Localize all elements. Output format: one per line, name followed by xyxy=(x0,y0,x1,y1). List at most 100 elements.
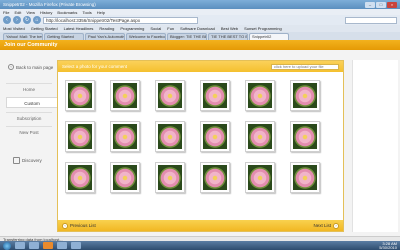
address-bar[interactable]: http://localhost:3356/Snippetr02/TestPag… xyxy=(43,16,198,24)
photo-thumbnail[interactable] xyxy=(290,121,320,152)
discovery-icon xyxy=(13,157,20,164)
photo-thumbnail[interactable] xyxy=(110,162,140,193)
photo-thumbnail[interactable] xyxy=(200,121,230,152)
photo-thumbnail[interactable] xyxy=(245,80,275,111)
panel-heading: Select a photo for your comment xyxy=(62,64,128,69)
browser-tab[interactable]: TIE THE BEST TO BEAT TH... xyxy=(208,33,248,40)
flower-photo xyxy=(248,165,272,190)
bookmark-item[interactable]: Software Download xyxy=(180,26,215,31)
browser-tab[interactable]: Paul Yan's Automotive Mu... xyxy=(85,33,125,40)
upload-file-field[interactable]: click here to upload your file xyxy=(271,63,339,70)
tray-date: 5/30/2010 xyxy=(379,244,397,250)
photo-thumbnail[interactable] xyxy=(65,121,95,152)
flower-photo xyxy=(113,124,137,149)
back-to-main-link[interactable]: ‹ Back to main page xyxy=(8,64,53,70)
taskbar-app-icon[interactable] xyxy=(57,242,67,249)
bookmark-item[interactable]: Getting Started xyxy=(31,26,58,31)
taskbar-app-icon[interactable] xyxy=(29,242,39,249)
flower-photo xyxy=(248,124,272,149)
reload-icon[interactable]: ↻ xyxy=(23,16,31,24)
photo-thumbnail[interactable] xyxy=(245,162,275,193)
sidebar-item-subscription[interactable]: Subscription xyxy=(6,112,52,123)
next-list-label: Next List xyxy=(313,223,331,228)
menu-file[interactable]: File xyxy=(3,10,9,15)
previous-list-button[interactable]: ‹ Previous List xyxy=(62,222,96,229)
flower-photo xyxy=(248,83,272,108)
taskbar-app-icon[interactable] xyxy=(15,242,25,249)
flower-photo xyxy=(158,165,182,190)
forward-arrow-icon[interactable]: › xyxy=(13,16,21,24)
bookmark-item[interactable]: Social xyxy=(150,26,161,31)
system-tray-clock[interactable]: 3:28 AM 5/30/2010 xyxy=(379,241,397,250)
previous-list-label: Previous List xyxy=(70,223,96,228)
photo-thumbnail[interactable] xyxy=(65,80,95,111)
panel-header: Select a photo for your comment click he… xyxy=(58,61,343,72)
sidebar-item-home[interactable]: Home xyxy=(6,83,52,94)
bookmark-item[interactable]: Latest Headlines xyxy=(64,26,94,31)
menu-help[interactable]: Help xyxy=(97,10,105,15)
flower-photo xyxy=(293,83,317,108)
flower-photo xyxy=(68,124,92,149)
maximize-button[interactable]: □ xyxy=(376,1,386,8)
home-icon[interactable]: ⌂ xyxy=(33,16,41,24)
back-link-label: Back to main page xyxy=(16,64,54,70)
sidebar-item-custom[interactable]: Custom xyxy=(6,97,58,108)
back-arrow-icon[interactable]: ‹ xyxy=(3,16,11,24)
flower-photo xyxy=(203,124,227,149)
browser-tab[interactable]: Blogger: TIE THE BEST TO... xyxy=(167,33,207,40)
flower-photo xyxy=(203,165,227,190)
panel-footer: ‹ Previous List Next List › xyxy=(58,220,343,231)
menu-view[interactable]: View xyxy=(26,10,35,15)
menu-bookmarks[interactable]: Bookmarks xyxy=(57,10,77,15)
browser-tab[interactable]: Getting Started xyxy=(44,33,84,40)
photo-thumbnail[interactable] xyxy=(110,80,140,111)
photo-thumbnail[interactable] xyxy=(245,121,275,152)
sidebar-item-discovery[interactable]: Discovery xyxy=(13,157,42,164)
photo-thumbnail[interactable] xyxy=(200,162,230,193)
photo-thumbnail[interactable] xyxy=(155,80,185,111)
close-button[interactable]: × xyxy=(387,1,397,8)
photo-thumbnail[interactable] xyxy=(65,162,95,193)
sidebar-item-new-post[interactable]: New Post xyxy=(6,126,52,137)
photo-thumbnail[interactable] xyxy=(290,80,320,111)
app-header: Join our Community xyxy=(0,40,400,50)
photo-thumbnail[interactable] xyxy=(155,121,185,152)
flower-photo xyxy=(113,165,137,190)
photo-thumbnail[interactable] xyxy=(155,162,185,193)
browser-tab-active[interactable]: Snippetr02 xyxy=(249,33,289,40)
flower-photo xyxy=(68,83,92,108)
bookmarks-toolbar: Most Visited Getting Started Latest Head… xyxy=(0,25,400,32)
minimize-button[interactable]: – xyxy=(365,1,375,8)
bookmark-item[interactable]: Sunset Programming xyxy=(244,26,282,31)
taskbar-app-icon[interactable] xyxy=(71,242,81,249)
photo-grid xyxy=(65,80,320,193)
right-blank-pane xyxy=(352,60,398,232)
start-button[interactable] xyxy=(3,241,11,250)
navigation-toolbar: ‹ › ↻ ⌂ http://localhost:3356/Snippetr02… xyxy=(0,15,400,25)
photo-thumbnail[interactable] xyxy=(110,121,140,152)
window-title: Snippetr02 - Mozilla Firefox (Private Br… xyxy=(3,2,96,7)
content-area: ‹ Back to main page Home Custom Subscrip… xyxy=(0,50,400,236)
browser-tab[interactable]: Yahoo! Mail: The best web... xyxy=(3,33,43,40)
taskbar-firefox-icon[interactable] xyxy=(43,242,53,249)
browser-tab[interactable]: Welcome to Facebook xyxy=(126,33,166,40)
flower-photo xyxy=(203,83,227,108)
photo-thumbnail[interactable] xyxy=(200,80,230,111)
search-box[interactable] xyxy=(345,16,397,24)
discovery-label: Discovery xyxy=(22,158,42,163)
menu-history[interactable]: History xyxy=(40,10,52,15)
bookmark-item[interactable]: Best Web xyxy=(221,26,238,31)
window-controls: – □ × xyxy=(365,1,397,8)
sidebar: ‹ Back to main page Home Custom Subscrip… xyxy=(0,50,58,236)
header-title[interactable]: Join our Community xyxy=(4,42,57,48)
bookmark-item[interactable]: Programming xyxy=(120,26,144,31)
bookmark-item[interactable]: Reading xyxy=(99,26,114,31)
bookmark-item[interactable]: Most Visited xyxy=(3,26,25,31)
menu-tools[interactable]: Tools xyxy=(82,10,91,15)
next-list-button[interactable]: Next List › xyxy=(313,222,339,229)
menu-edit[interactable]: Edit xyxy=(14,10,21,15)
bookmark-item[interactable]: Fun xyxy=(167,26,174,31)
window-titlebar: Snippetr02 - Mozilla Firefox (Private Br… xyxy=(0,0,400,9)
photo-thumbnail[interactable] xyxy=(290,162,320,193)
flower-photo xyxy=(158,124,182,149)
